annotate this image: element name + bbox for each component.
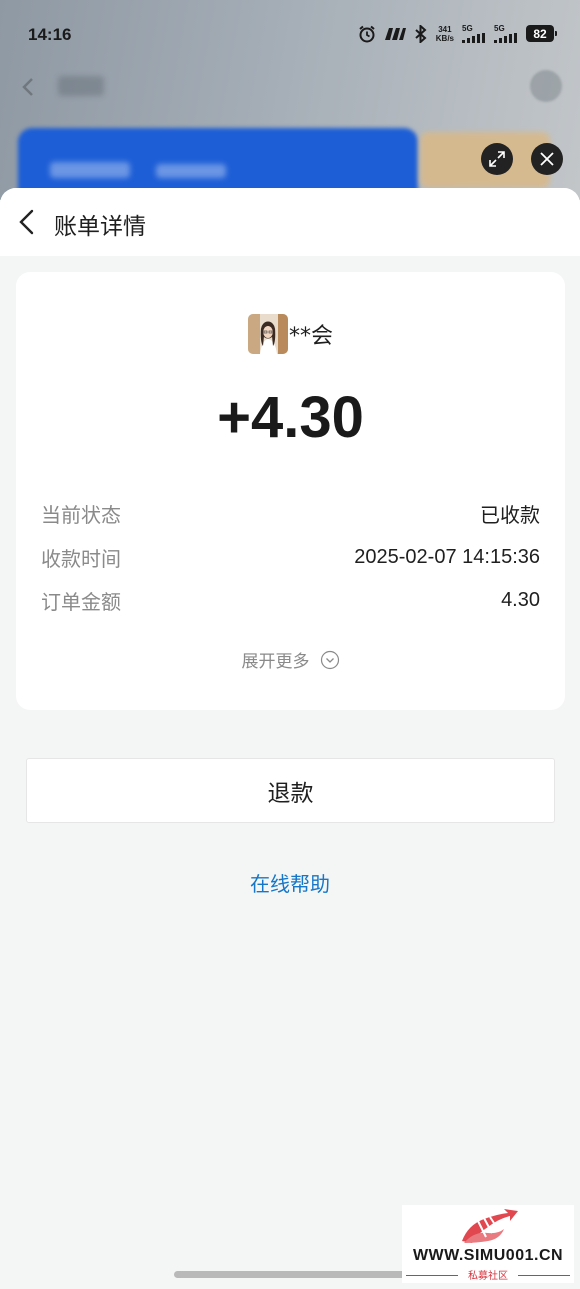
close-icon	[540, 152, 554, 166]
signal-2-label: 5G	[494, 24, 505, 33]
signal-1-label: 5G	[462, 24, 473, 33]
status-icons: 341 KB/s 5G 5G 82	[358, 24, 557, 43]
back-arrow-icon[interactable]	[16, 208, 40, 236]
detail-row-label: 收款时间	[41, 546, 121, 571]
watermark: WWW.SIMU001.CN 私募社区	[402, 1205, 574, 1283]
signal-1: 5G	[462, 24, 486, 43]
battery-indicator: 82	[526, 25, 557, 42]
payer-avatar[interactable]	[247, 314, 288, 354]
status-bar: 14:16 341 KB/s 5G 5G 82	[0, 0, 580, 70]
detail-row-value: 已收款	[480, 505, 540, 528]
sheet-header: 账单详情	[0, 188, 580, 256]
avatar-image	[247, 314, 288, 354]
online-help-link[interactable]: 在线帮助	[0, 868, 580, 897]
payer-info: **会	[16, 314, 565, 354]
expand-icon	[489, 151, 505, 167]
signal-1-bars-icon	[462, 33, 485, 43]
detail-row-time: 收款时间 2025-02-07 14:15:36	[41, 536, 540, 580]
detail-row-label: 订单金额	[41, 590, 121, 615]
background-card-text	[50, 162, 130, 178]
background-back-icon	[22, 78, 33, 96]
expand-more-button[interactable]: 展开更多	[16, 647, 565, 672]
home-indicator[interactable]	[174, 1271, 408, 1278]
watermark-site: WWW.SIMU001.CN	[412, 1247, 564, 1264]
nfc-icon	[384, 27, 406, 40]
page-title: 账单详情	[54, 214, 146, 240]
alarm-icon	[359, 25, 375, 42]
watermark-line-right	[518, 1275, 570, 1276]
bill-detail-rows: 当前状态 已收款 收款时间 2025-02-07 14:15:36 订单金额 4…	[41, 492, 540, 623]
detail-row-status: 当前状态 已收款	[41, 492, 540, 536]
chevron-down-circle-icon	[320, 650, 339, 669]
signal-2: 5G	[494, 24, 518, 43]
background-card-text-2	[156, 164, 226, 178]
detail-row-order-amount: 订单金额 4.30	[41, 579, 540, 623]
detail-row-value: 2025-02-07 14:15:36	[354, 545, 540, 568]
background-title-placeholder	[58, 76, 104, 96]
watermark-logo-icon	[462, 1209, 518, 1243]
transaction-amount: +4.30	[217, 385, 364, 450]
detail-row-value: 4.30	[501, 589, 540, 612]
network-speed: 341 KB/s	[436, 25, 454, 43]
expand-more-label: 展开更多	[241, 652, 310, 672]
payer-name: **会	[288, 324, 333, 349]
expand-fullscreen-button[interactable]	[481, 143, 513, 175]
detail-row-label: 当前状态	[41, 503, 121, 528]
close-button[interactable]	[531, 143, 563, 175]
background-menu-circle	[530, 70, 562, 102]
signal-2-bars-icon	[494, 33, 517, 43]
bluetooth-icon	[415, 24, 427, 43]
bill-detail-sheet: 账单详情 **会 +4.30 当前状态 已收款 收款时间 2025-02-07 …	[0, 188, 580, 1289]
refund-button[interactable]: 退款	[26, 758, 555, 823]
network-speed-value: 341	[438, 24, 452, 34]
network-speed-unit: KB/s	[435, 33, 454, 43]
bill-card: **会 +4.30 当前状态 已收款 收款时间 2025-02-07 14:15…	[16, 272, 565, 710]
status-time: 14:16	[28, 25, 72, 44]
